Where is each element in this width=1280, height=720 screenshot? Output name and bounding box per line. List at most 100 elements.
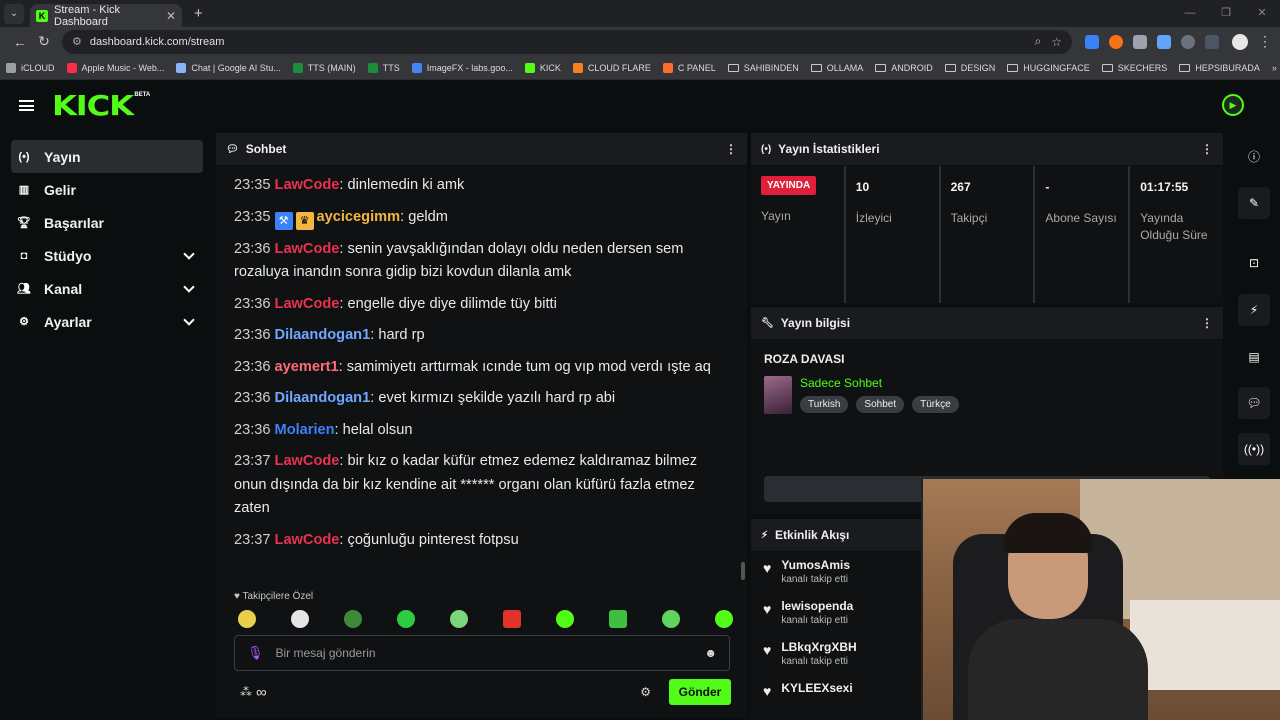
tab-search-button[interactable]: ⌄: [4, 3, 24, 24]
sidebar-item-yayin[interactable]: (•) Yayın: [11, 140, 203, 173]
chevron-down-icon[interactable]: [183, 313, 195, 326]
emote-icon[interactable]: [291, 610, 309, 628]
reload-icon[interactable]: ↻: [32, 33, 56, 50]
new-tab-button[interactable]: +: [194, 5, 203, 22]
more-options-icon[interactable]: ⋮: [1201, 316, 1213, 330]
sidebar-item-studyo[interactable]: ◘ Stüdyo: [11, 239, 203, 272]
message-username[interactable]: Dilaandogan1: [275, 390, 371, 406]
bookmarks-overflow-button[interactable]: »: [1272, 63, 1277, 73]
message-username[interactable]: LawCode: [275, 453, 340, 469]
bookmark-item[interactable]: ANDROID: [875, 63, 933, 73]
microphone-icon[interactable]: 🎙︎: [247, 645, 264, 661]
maximize-button[interactable]: ❐: [1208, 0, 1244, 27]
emote-icon[interactable]: [503, 610, 521, 628]
notes-icon[interactable]: ▤: [1238, 341, 1270, 373]
zoom-icon[interactable]: ⌕: [1035, 34, 1042, 49]
emote-icon[interactable]: [609, 610, 627, 628]
bookmark-item[interactable]: SAHIBINDEN: [727, 63, 799, 73]
bookmark-item[interactable]: TTS: [367, 62, 400, 73]
bookmark-item[interactable]: C PANEL: [662, 62, 716, 73]
browser-tab[interactable]: K Stream - Kick Dashboard ✕: [30, 3, 182, 28]
bookmark-item[interactable]: KICK: [524, 62, 561, 73]
broadcast-icon[interactable]: ((•)): [1238, 433, 1270, 465]
profile-avatar[interactable]: [1232, 33, 1248, 50]
extension-brave-icon[interactable]: [1109, 34, 1123, 49]
tab-title: Stream - Kick Dashboard: [54, 3, 121, 28]
bookmark-item[interactable]: Apple Music - Web...: [66, 62, 164, 73]
message-username[interactable]: Dilaandogan1: [275, 327, 371, 343]
edit-pencil-icon[interactable]: ✎: [1238, 187, 1270, 219]
tab-close-icon[interactable]: ✕: [166, 9, 176, 23]
extension-s-icon[interactable]: [1085, 34, 1099, 49]
emote-icon[interactable]: [662, 610, 680, 628]
screenshot-icon[interactable]: ⊡: [1238, 247, 1270, 279]
message-username[interactable]: LawCode: [275, 532, 340, 548]
chat-message: 23:36 Dilaandogan1: evet kırmızı şekilde …: [234, 387, 729, 411]
message-username[interactable]: LawCode: [275, 241, 340, 257]
sidebar-item-kanal[interactable]: 👥︎ Kanal: [11, 272, 203, 305]
url-text[interactable]: dashboard.kick.com/stream: [90, 36, 1025, 48]
chat-bubble-icon[interactable]: 💬︎: [1238, 387, 1270, 419]
emoji-icon[interactable]: ☻: [704, 646, 717, 660]
emote-icon[interactable]: [344, 610, 362, 628]
send-button[interactable]: Gönder: [669, 679, 731, 705]
emote-icon[interactable]: [450, 610, 468, 628]
chat-scrollbar[interactable]: [741, 562, 745, 580]
omnibox[interactable]: ⚙ dashboard.kick.com/stream ⌕ ☆: [62, 29, 1072, 54]
back-icon[interactable]: ←: [8, 34, 32, 50]
more-options-icon[interactable]: ⋮: [1201, 142, 1213, 156]
chat-input-placeholder[interactable]: Bir mesaj gönderin: [276, 646, 705, 660]
sidebar-item-basarilar[interactable]: 🏆︎ Başarılar: [11, 206, 203, 239]
category-name[interactable]: Sadece Sohbet: [800, 376, 967, 390]
activity-username[interactable]: KYLEEXsexi: [781, 681, 852, 695]
infinity-icon[interactable]: ∞: [256, 684, 267, 701]
message-username[interactable]: Molarien: [275, 422, 335, 438]
browser-menu-icon[interactable]: ⋮: [1258, 33, 1272, 50]
bookmark-item[interactable]: ImageFX - labs.goo...: [411, 62, 513, 73]
extensions-puzzle-icon[interactable]: [1205, 34, 1219, 49]
site-info-icon[interactable]: ⚙: [72, 35, 82, 48]
extension-translate-icon[interactable]: [1157, 34, 1171, 49]
message-text: helal olsun: [342, 421, 413, 438]
chat-settings-icon[interactable]: ⚙: [640, 685, 651, 699]
activity-username[interactable]: LBkqXrgXBH: [781, 640, 856, 654]
extension-circle-icon[interactable]: [1181, 34, 1195, 49]
bookmark-item[interactable]: iCLOUD: [6, 62, 55, 73]
more-options-icon[interactable]: ⋮: [725, 142, 737, 156]
bookmark-item[interactable]: OLLAMA: [810, 63, 863, 73]
category-thumbnail[interactable]: [764, 376, 792, 414]
info-icon[interactable]: ⓘ: [1238, 140, 1270, 172]
kick-logo[interactable]: KICK: [52, 89, 134, 122]
message-username[interactable]: ayemert1: [275, 359, 339, 375]
minimize-button[interactable]: —: [1172, 0, 1208, 27]
emote-icon[interactable]: [397, 610, 415, 628]
message-username[interactable]: LawCode: [275, 177, 340, 193]
sidebar-item-gelir[interactable]: ▥ Gelir: [11, 173, 203, 206]
message-username[interactable]: aycicegimm: [317, 209, 401, 225]
activity-username[interactable]: YumosAmis: [781, 558, 850, 572]
bookmark-item[interactable]: TTS (MAIN): [292, 62, 356, 73]
points-icon[interactable]: ⁂: [240, 685, 252, 699]
bookmark-item[interactable]: HEPSIBURADA: [1179, 63, 1260, 73]
chevron-down-icon[interactable]: [183, 280, 195, 293]
go-live-icon[interactable]: ▶: [1222, 94, 1244, 116]
menu-hamburger-icon[interactable]: [19, 99, 34, 111]
activity-username[interactable]: lewisopenda: [781, 599, 853, 613]
lightning-icon[interactable]: ⚡︎: [1238, 294, 1270, 326]
bookmark-item[interactable]: HUGGINGFACE: [1007, 63, 1090, 73]
close-window-button[interactable]: ✕: [1244, 0, 1280, 27]
bookmark-item[interactable]: SKECHERS: [1101, 63, 1167, 73]
bookmark-star-icon[interactable]: ☆: [1051, 35, 1062, 49]
chevron-down-icon[interactable]: [183, 247, 195, 260]
emote-icon[interactable]: [715, 610, 733, 628]
bookmark-item[interactable]: CLOUD FLARE: [572, 62, 651, 73]
emote-icon[interactable]: [238, 610, 256, 628]
chat-message: 23:37 LawCode: bir kız o kadar küfür etme…: [234, 450, 729, 521]
extension-box-icon[interactable]: [1133, 34, 1147, 49]
message-username[interactable]: LawCode: [275, 296, 340, 312]
bookmark-item[interactable]: DESIGN: [944, 63, 995, 73]
emote-icon[interactable]: [556, 610, 574, 628]
chat-input[interactable]: 🎙︎ Bir mesaj gönderin ☻: [234, 635, 730, 671]
sidebar-item-ayarlar[interactable]: ⚙ Ayarlar: [11, 305, 203, 338]
bookmark-item[interactable]: Chat | Google AI Stu...: [176, 62, 281, 73]
